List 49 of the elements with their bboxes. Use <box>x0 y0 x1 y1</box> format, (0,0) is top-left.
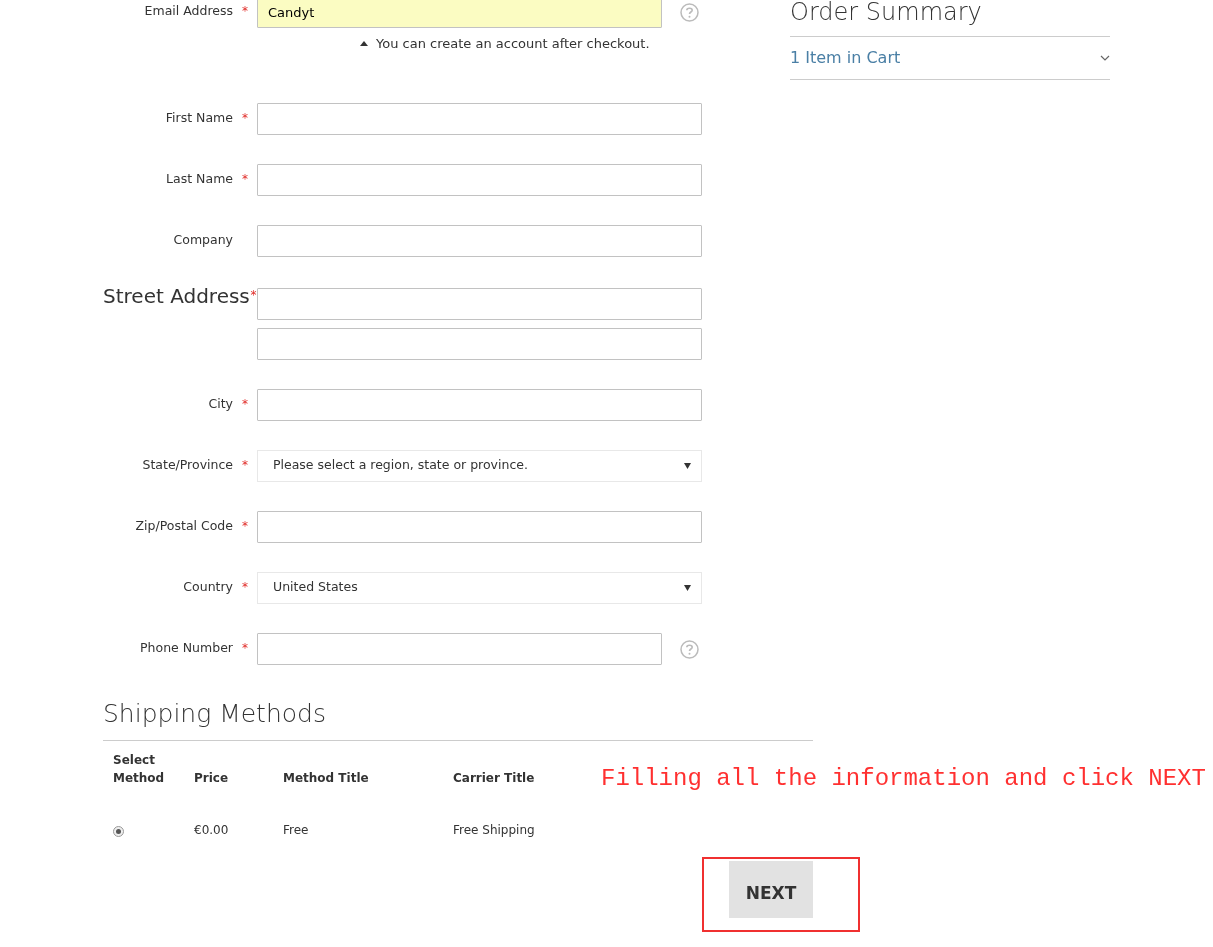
field-label: Last Name <box>166 169 233 188</box>
radio-button[interactable] <box>113 826 124 837</box>
note-text: You can create an account after checkout. <box>376 35 650 53</box>
select-field[interactable]: Please select a region, state or province. <box>257 449 702 482</box>
email-input[interactable]: Candyt <box>257 0 662 28</box>
input-field[interactable] <box>257 163 702 196</box>
input-field[interactable] <box>257 388 702 421</box>
field-label: Country <box>183 577 233 596</box>
table-cell-text: €0.00 <box>193 822 230 839</box>
section-title: Shipping Methods <box>103 694 813 741</box>
input-field[interactable] <box>257 224 702 257</box>
column-header: Method Title <box>282 770 370 787</box>
field-label: Email Address <box>144 2 233 20</box>
select-field[interactable]: United States <box>257 571 702 604</box>
required-mark: * <box>241 170 249 188</box>
field-label: First Name <box>165 108 233 127</box>
field-label: State/Province <box>142 455 233 474</box>
input-field[interactable] <box>257 102 702 135</box>
input-field[interactable] <box>257 632 662 665</box>
caret-icon[interactable] <box>360 41 368 47</box>
input-field[interactable] <box>257 287 702 320</box>
help-icon[interactable] <box>680 3 699 22</box>
input-field[interactable] <box>257 510 702 543</box>
caret-icon <box>684 584 691 591</box>
required-mark: * <box>241 109 249 127</box>
required-mark: * <box>241 456 249 474</box>
required-mark: * <box>241 395 249 413</box>
required-mark: * <box>241 517 249 535</box>
annotation-text: Filling all the information and click NEXT <box>601 764 1206 794</box>
column-header: Price <box>193 770 230 787</box>
field-label: Company <box>173 230 233 249</box>
field-label: Zip/Postal Code <box>135 516 233 535</box>
required-mark: * <box>241 3 249 20</box>
input-field[interactable] <box>257 327 702 360</box>
required-mark: * <box>241 639 249 657</box>
column-header: Carrier Title <box>452 770 536 787</box>
table-cell-text: Free Shipping <box>452 822 536 839</box>
next-button[interactable]: NEXT <box>729 861 813 918</box>
table-cell-text: Free <box>282 822 310 839</box>
help-icon[interactable] <box>680 639 699 659</box>
caret-icon <box>684 462 691 469</box>
required-mark: * <box>249 286 257 304</box>
field-label: Street Address <box>103 285 250 306</box>
column-header: Select Method <box>112 752 166 787</box>
required-mark: * <box>241 578 249 596</box>
field-label: Phone Number <box>140 638 233 657</box>
cart-toggle[interactable]: 1 Item in Cart <box>790 36 1110 80</box>
summary-title: Order Summary <box>790 0 983 24</box>
field-label: City <box>208 394 233 413</box>
